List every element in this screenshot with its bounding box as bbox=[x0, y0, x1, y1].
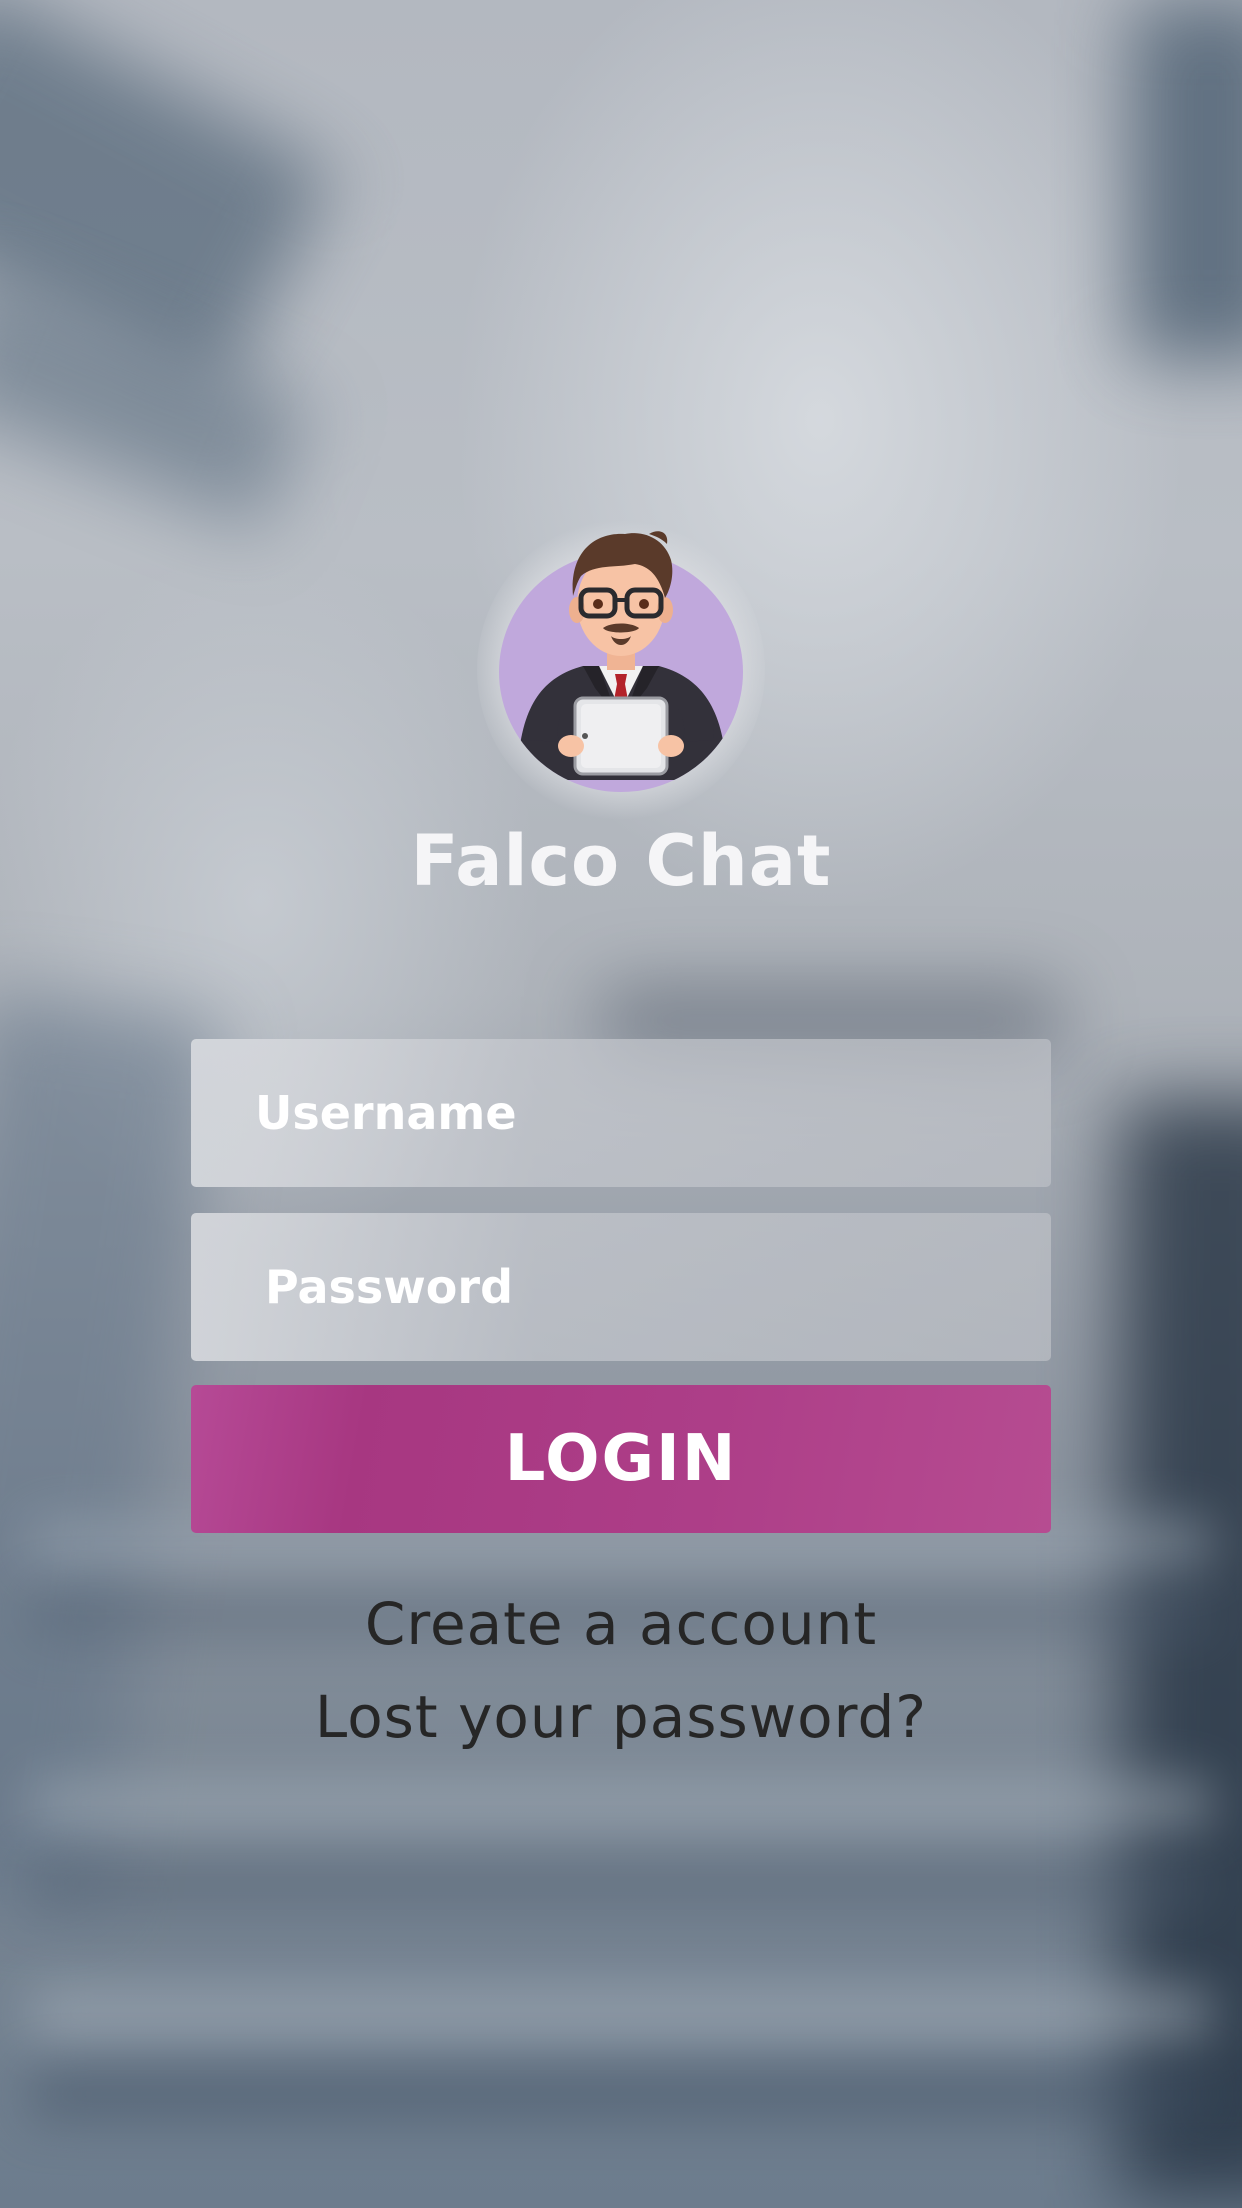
create-account-link[interactable]: Create a account bbox=[0, 1590, 1242, 1658]
businessman-avatar-icon bbox=[499, 531, 743, 792]
avatar bbox=[477, 520, 765, 820]
lost-password-link[interactable]: Lost your password? bbox=[0, 1683, 1242, 1751]
username-input[interactable] bbox=[191, 1039, 1051, 1187]
password-input[interactable] bbox=[191, 1213, 1051, 1361]
login-button[interactable]: LOGIN bbox=[191, 1385, 1051, 1533]
app-title: Falco Chat bbox=[410, 820, 832, 902]
